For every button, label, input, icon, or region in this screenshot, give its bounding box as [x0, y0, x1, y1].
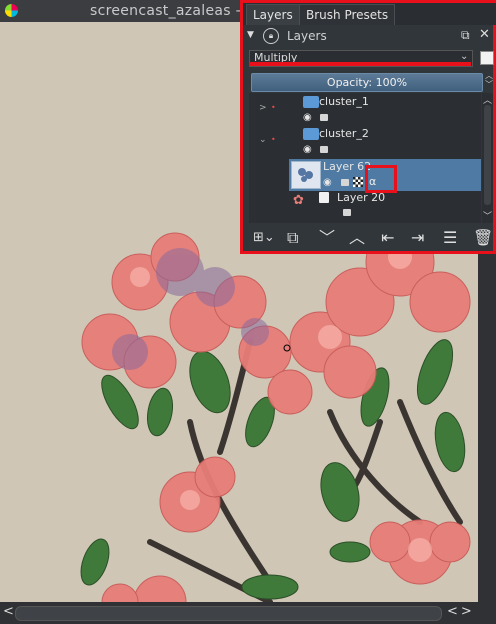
lock-icon[interactable] — [343, 209, 351, 216]
layer-name: Layer 62 — [323, 160, 372, 173]
layer-name: cluster_1 — [319, 95, 369, 108]
blend-mode-highlight — [249, 62, 471, 66]
lock-icon[interactable] — [320, 114, 328, 121]
lock-docker-icon[interactable]: 🔒︎ — [263, 28, 279, 44]
layer-thumbnail — [291, 161, 321, 189]
scroll-down-icon[interactable]: ﹀ — [483, 209, 492, 222]
color-label-dot-icon: • — [271, 135, 276, 144]
canvas-horizontal-scrollbar[interactable]: < <> — [0, 602, 496, 624]
expand-arrow-icon[interactable]: > — [259, 103, 267, 113]
add-layer-icon[interactable]: ⊞⌄ — [253, 227, 275, 249]
docker-tab-bar: Layers Brush Presets — [243, 3, 496, 25]
alpha-lock-icon[interactable] — [353, 177, 363, 187]
layer-row-cluster-2[interactable]: ⌄ • cluster_2 ◉ — [249, 125, 481, 157]
tab-layers-label: Layers — [253, 8, 293, 22]
opacity-label: Opacity: 100% — [326, 76, 408, 89]
collapse-arrow-icon[interactable]: ⌄ — [259, 135, 267, 145]
layer-row-layer-20[interactable]: ✿ Layer 20 — [289, 191, 481, 223]
layer-mask-icon — [319, 192, 329, 203]
inherit-alpha-highlight — [365, 165, 397, 193]
layer-list-scrollbar[interactable]: ︿ ﹀ — [482, 93, 493, 223]
docker-title: Layers — [287, 29, 327, 43]
layer-name: Layer 20 — [337, 191, 386, 204]
group-folder-icon — [303, 128, 319, 140]
outdent-layer-icon[interactable]: ⇥ — [411, 227, 424, 249]
duplicate-layer-icon[interactable]: ⧉ — [287, 227, 298, 249]
krita-app-icon — [5, 4, 18, 17]
scroll-left-icon[interactable]: < — [3, 604, 14, 619]
layers-docker: Layers Brush Presets ▼ 🔒︎ Layers ⧉ ✕ Mul… — [240, 0, 496, 254]
horizontal-scroll-thumb[interactable] — [15, 606, 442, 621]
layer-thumbnail: ✿ — [293, 193, 304, 208]
collapse-arrow-icon[interactable]: ▼ — [247, 30, 254, 40]
layer-toolbar: ⊞⌄ ⧉ ﹀ ︿ ⇤ ⇥ ☰ 🗑︎ — [243, 227, 496, 253]
filter-icon[interactable] — [480, 51, 494, 65]
tab-brush-presets-label: Brush Presets — [306, 8, 389, 22]
group-folder-icon — [303, 96, 319, 108]
docker-header: ▼ 🔒︎ Layers ⧉ ✕ — [243, 26, 496, 48]
lock-icon[interactable] — [341, 179, 349, 186]
tab-brush-presets[interactable]: Brush Presets — [299, 4, 396, 25]
layer-list[interactable]: > • cluster_1 ◉ ⌄ • cluster_2 ◉ Layer 62… — [249, 93, 481, 223]
lock-icon[interactable] — [320, 146, 328, 153]
move-layer-up-icon[interactable]: ︿ — [349, 227, 365, 249]
delete-layer-icon[interactable]: 🗑︎ — [473, 227, 493, 249]
layer-name: cluster_2 — [319, 127, 369, 140]
visibility-eye-icon[interactable]: ◉ — [323, 177, 332, 188]
layer-row-cluster-1[interactable]: > • cluster_1 ◉ — [249, 93, 481, 125]
float-docker-icon[interactable]: ⧉ — [461, 28, 470, 43]
move-layer-down-icon[interactable]: ﹀ — [319, 227, 335, 249]
color-label-dot-icon: • — [271, 103, 276, 112]
opacity-slider[interactable]: Opacity: 100% — [251, 73, 483, 92]
list-scroll-thumb[interactable] — [484, 105, 491, 205]
tab-layers[interactable]: Layers — [246, 4, 300, 25]
indent-layer-icon[interactable]: ⇤ — [381, 227, 394, 249]
scroll-right-icon[interactable]: <> — [447, 604, 475, 619]
opacity-stepper-icon[interactable]: ︿ ﹀ — [485, 71, 493, 89]
layer-properties-icon[interactable]: ☰ — [443, 227, 457, 249]
close-docker-icon[interactable]: ✕ — [479, 27, 490, 42]
document-title: screencast_azaleas - sc — [90, 3, 262, 19]
chevron-down-icon: ⌄ — [460, 51, 469, 62]
visibility-eye-icon[interactable]: ◉ — [303, 112, 312, 123]
visibility-eye-icon[interactable]: ◉ — [303, 144, 312, 155]
